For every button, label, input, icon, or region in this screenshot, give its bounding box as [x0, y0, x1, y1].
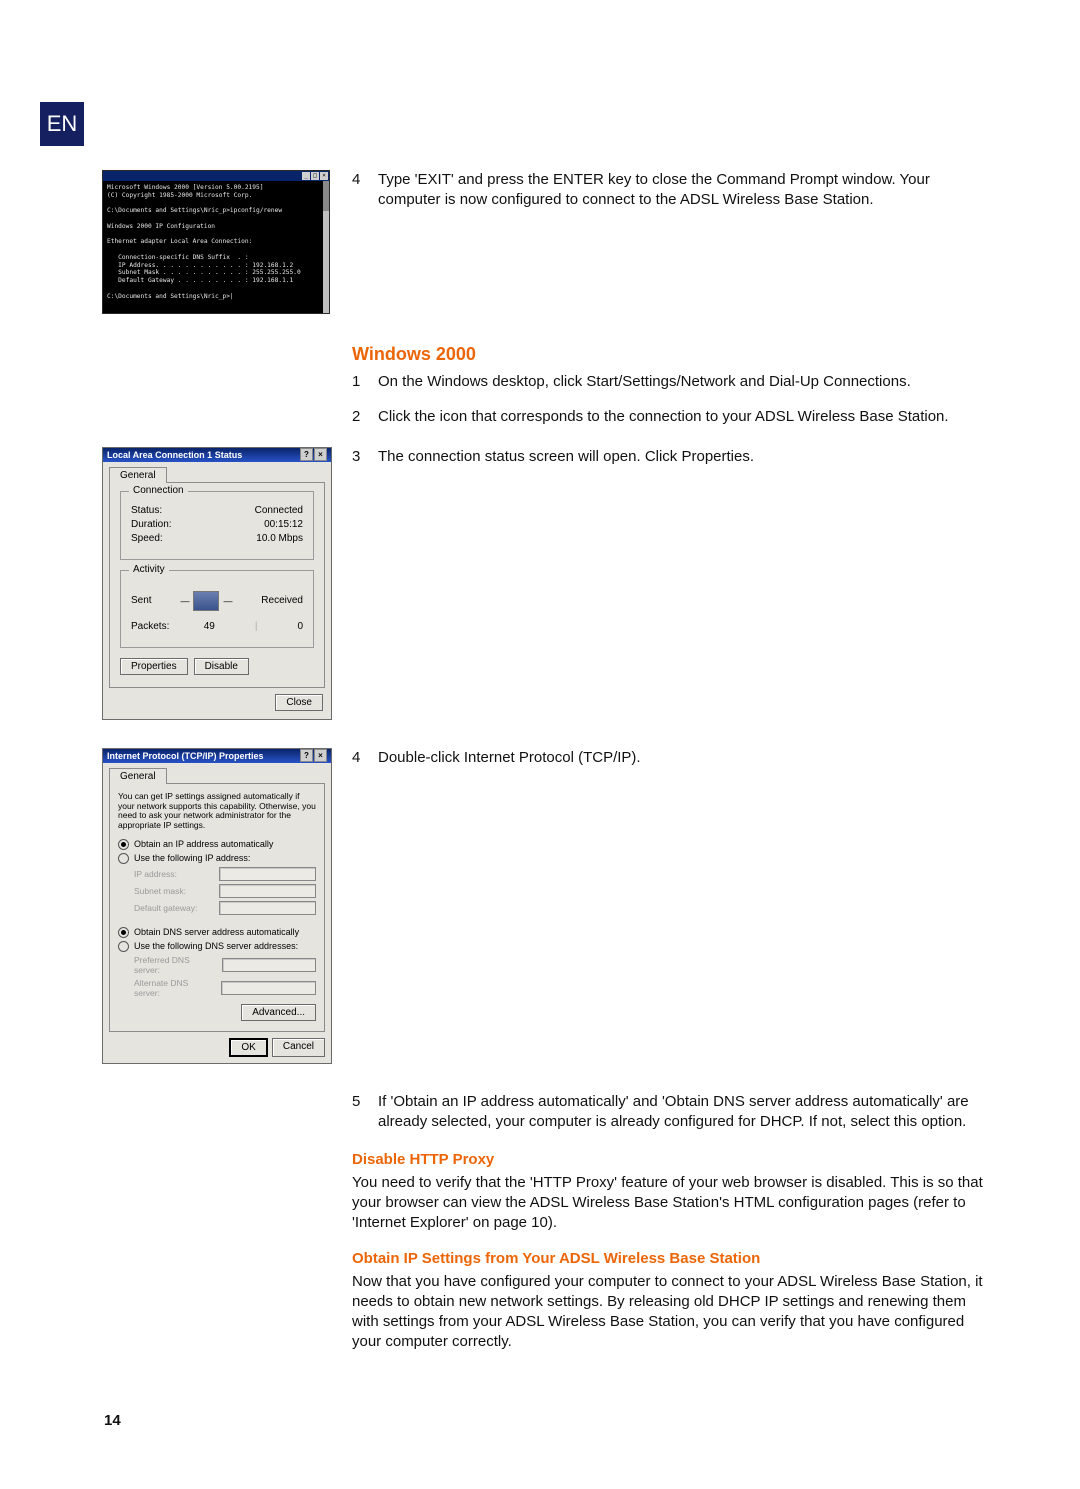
step-text: Click the icon that corresponds to the c…: [378, 407, 949, 427]
step-text: Double-click Internet Protocol (TCP/IP).: [378, 748, 641, 768]
close-icon[interactable]: ×: [314, 749, 327, 762]
paragraph-disable-proxy: You need to verify that the 'HTTP Proxy'…: [352, 1173, 992, 1234]
subheading-disable-proxy: Disable HTTP Proxy: [352, 1150, 992, 1170]
minimize-icon: _: [302, 172, 310, 180]
command-prompt-text: Microsoft Windows 2000 [Version 5.00.219…: [103, 181, 329, 303]
input-preferred-dns: [222, 958, 316, 972]
value-duration: 00:15:12: [264, 519, 303, 530]
connection-status-dialog: Local Area Connection 1 Status ? × Gener…: [102, 447, 332, 720]
step-text: If 'Obtain an IP address automatically' …: [378, 1092, 992, 1133]
properties-button[interactable]: Properties: [120, 658, 188, 675]
label-default-gateway: Default gateway:: [134, 903, 197, 913]
close-icon[interactable]: ×: [314, 448, 327, 461]
subheading-obtain-ip: Obtain IP Settings from Your ADSL Wirele…: [352, 1249, 992, 1269]
close-button[interactable]: Close: [275, 694, 323, 711]
command-prompt-figure: _ □ × Microsoft Windows 2000 [Version 5.…: [102, 170, 330, 314]
radio-obtain-dns[interactable]: Obtain DNS server address automatically: [118, 927, 316, 938]
tab-general[interactable]: General: [109, 768, 167, 784]
step-number: 5: [352, 1092, 368, 1133]
dialog-title: Internet Protocol (TCP/IP) Properties: [107, 751, 264, 761]
page-number: 14: [104, 1412, 121, 1429]
cancel-button[interactable]: Cancel: [272, 1038, 325, 1057]
tab-general[interactable]: General: [109, 467, 167, 483]
radio-use-dns[interactable]: Use the following DNS server addresses:: [118, 941, 316, 952]
label-sent: Sent: [131, 595, 152, 606]
value-packets-sent: 49: [204, 621, 215, 632]
help-icon[interactable]: ?: [300, 448, 313, 461]
input-alternate-dns: [221, 981, 316, 995]
step-text: Type 'EXIT' and press the ENTER key to c…: [378, 170, 992, 211]
disable-button[interactable]: Disable: [194, 658, 249, 675]
value-packets-received: 0: [297, 621, 303, 632]
monitors-icon: [193, 591, 219, 611]
radio-use-ip[interactable]: Use the following IP address:: [118, 853, 316, 864]
label-preferred-dns: Preferred DNS server:: [134, 955, 216, 975]
label-speed: Speed:: [131, 533, 163, 544]
tcpip-properties-dialog: Internet Protocol (TCP/IP) Properties ? …: [102, 748, 332, 1064]
label-status: Status:: [131, 505, 162, 516]
label-alternate-dns: Alternate DNS server:: [134, 978, 215, 998]
paragraph-obtain-ip: Now that you have configured your comput…: [352, 1272, 992, 1353]
maximize-icon: □: [311, 172, 319, 180]
step-number: 3: [352, 447, 368, 467]
ok-button[interactable]: OK: [229, 1038, 267, 1057]
group-connection: Connection: [129, 485, 188, 496]
close-icon: ×: [320, 172, 328, 180]
step-number: 1: [352, 372, 368, 392]
step-number: 2: [352, 407, 368, 427]
label-ip-address: IP address:: [134, 869, 177, 879]
group-activity: Activity: [129, 564, 169, 575]
input-ip-address: [219, 867, 316, 881]
radio-obtain-ip[interactable]: Obtain an IP address automatically: [118, 839, 316, 850]
dialog-title: Local Area Connection 1 Status: [107, 450, 242, 460]
language-badge: EN: [40, 102, 84, 146]
step-text: The connection status screen will open. …: [378, 447, 754, 467]
dialog-note: You can get IP settings assigned automat…: [118, 792, 316, 831]
scrollbar-thumb: [323, 181, 329, 211]
advanced-button[interactable]: Advanced...: [241, 1004, 316, 1021]
label-duration: Duration:: [131, 519, 172, 530]
label-packets: Packets:: [131, 621, 169, 632]
input-subnet-mask: [219, 884, 316, 898]
value-status: Connected: [255, 505, 303, 516]
label-received: Received: [261, 595, 303, 606]
section-heading-windows2000: Windows 2000: [352, 342, 992, 366]
step-number: 4: [352, 170, 368, 211]
value-speed: 10.0 Mbps: [256, 533, 303, 544]
label-subnet-mask: Subnet mask:: [134, 886, 186, 896]
input-default-gateway: [219, 901, 316, 915]
step-text: On the Windows desktop, click Start/Sett…: [378, 372, 911, 392]
help-icon[interactable]: ?: [300, 749, 313, 762]
step-number: 4: [352, 748, 368, 768]
